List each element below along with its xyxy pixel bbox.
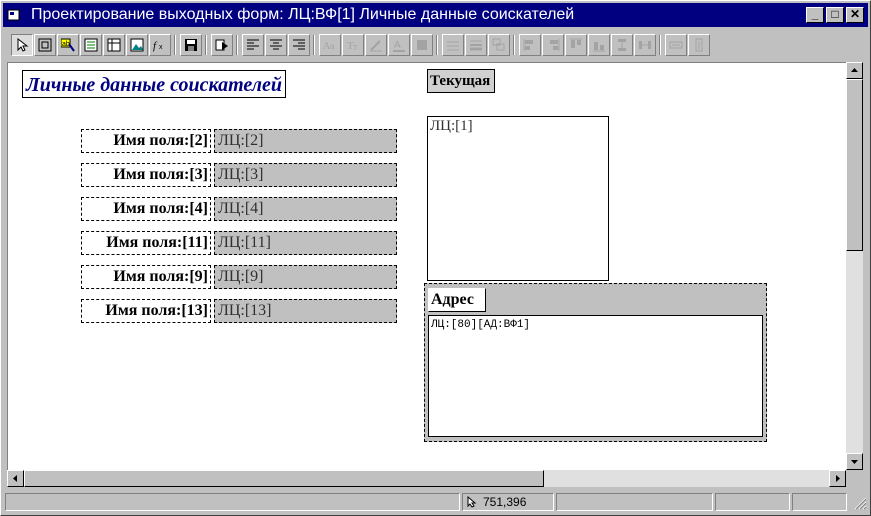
toolbar-separator xyxy=(205,35,207,55)
image-tool-icon[interactable] xyxy=(126,34,148,56)
align-left-icon[interactable] xyxy=(242,34,264,56)
align-right-icon[interactable] xyxy=(288,34,310,56)
address-label[interactable]: Адрес xyxy=(428,288,486,312)
scroll-left-button[interactable] xyxy=(7,470,24,487)
toolbar-separator xyxy=(236,35,238,55)
photo-field[interactable]: ЛЦ:[1] xyxy=(427,116,609,281)
space-horizontal-icon[interactable] xyxy=(634,34,656,56)
scroll-up-button[interactable] xyxy=(846,62,863,79)
current-label[interactable]: Текущая xyxy=(427,69,495,93)
close-button[interactable]: ✕ xyxy=(846,7,864,23)
status-bar: 751,396 xyxy=(3,491,868,513)
space-vertical-icon[interactable] xyxy=(611,34,633,56)
toolbar-separator xyxy=(313,35,315,55)
field-row: Имя поля:[3] ЛЦ:[3] xyxy=(81,163,397,187)
field-row: Имя поля:[13] ЛЦ:[13] xyxy=(81,299,397,323)
toolbar-separator xyxy=(513,35,515,55)
cursor-coordinates: 751,396 xyxy=(483,495,527,509)
list-tool-icon[interactable] xyxy=(80,34,102,56)
same-height-icon[interactable] xyxy=(688,34,710,56)
align-center-icon[interactable] xyxy=(265,34,287,56)
horizontal-scrollbar[interactable] xyxy=(7,470,846,487)
address-group[interactable]: Адрес ЛЦ:[80][АД:ВФ1] xyxy=(424,283,767,442)
field-row: Имя поля:[9] ЛЦ:[9] xyxy=(81,265,397,289)
formula-tool-icon[interactable]: fx xyxy=(149,34,171,56)
status-panel xyxy=(792,493,847,511)
align-objects-bottom-icon[interactable] xyxy=(588,34,610,56)
svg-text:а: а xyxy=(330,42,335,51)
align-objects-left-icon[interactable] xyxy=(519,34,541,56)
status-panel xyxy=(715,493,790,511)
app-icon xyxy=(7,9,20,21)
scroll-corner xyxy=(846,470,863,487)
scroll-right-button[interactable] xyxy=(829,470,846,487)
select-pointer-icon[interactable] xyxy=(11,34,33,56)
scroll-down-button[interactable] xyxy=(846,453,863,470)
field-row: Имя поля:[2] ЛЦ:[2] xyxy=(81,129,397,153)
field-value[interactable]: ЛЦ:[4] xyxy=(214,197,397,221)
fill-color-icon[interactable] xyxy=(411,34,433,56)
field-label[interactable]: Имя поля:[11] xyxy=(81,231,211,255)
design-canvas[interactable]: Личные данные соискателей Имя поля:[2] Л… xyxy=(7,62,847,471)
vertical-scrollbar[interactable] xyxy=(846,62,863,470)
designer-window: Проектирование выходных форм: ЛЦ:ВФ[1] Л… xyxy=(0,0,871,516)
field-value[interactable]: ЛЦ:[13] xyxy=(214,299,397,323)
status-panel-main xyxy=(5,493,460,511)
status-panel xyxy=(556,493,713,511)
svg-text:f: f xyxy=(153,40,158,52)
text-color-icon[interactable]: A xyxy=(388,34,410,56)
window-title: Проектирование выходных форм: ЛЦ:ВФ[1] Л… xyxy=(31,6,575,23)
field-label[interactable]: Имя поля:[13] xyxy=(81,299,211,323)
form-title[interactable]: Личные данные соискателей xyxy=(22,70,287,98)
svg-text:T: T xyxy=(353,45,358,52)
svg-text:x: x xyxy=(159,44,163,51)
line-color-icon[interactable] xyxy=(365,34,387,56)
font-name-icon[interactable]: Аа xyxy=(319,34,341,56)
run-form-icon[interactable] xyxy=(211,34,233,56)
border-style-icon[interactable] xyxy=(465,34,487,56)
align-objects-right-icon[interactable] xyxy=(542,34,564,56)
cursor-icon xyxy=(467,496,477,508)
field-value[interactable]: ЛЦ:[3] xyxy=(214,163,397,187)
minimize-button[interactable]: _ xyxy=(806,7,824,23)
field-label[interactable]: Имя поля:[9] xyxy=(81,265,211,289)
toolbar-separator xyxy=(174,35,176,55)
resize-grip-icon[interactable] xyxy=(853,496,867,510)
field-label[interactable]: Имя поля:[2] xyxy=(81,129,211,153)
horizontal-scroll-thumb[interactable] xyxy=(24,470,544,487)
field-label[interactable]: Имя поля:[3] xyxy=(81,163,211,187)
field-value[interactable]: ЛЦ:[9] xyxy=(214,265,397,289)
field-label[interactable]: Имя поля:[4] xyxy=(81,197,211,221)
border-icon[interactable] xyxy=(442,34,464,56)
field-row: Имя поля:[11] ЛЦ:[11] xyxy=(81,231,397,255)
table-tool-icon[interactable] xyxy=(103,34,125,56)
field-value[interactable]: ЛЦ:[2] xyxy=(214,129,397,153)
toolbar: ab fx Аа TT A xyxy=(3,29,868,61)
frame-tool-icon[interactable] xyxy=(34,34,56,56)
field-value[interactable]: ЛЦ:[11] xyxy=(214,231,397,255)
save-icon[interactable] xyxy=(180,34,202,56)
maximize-button[interactable]: □ xyxy=(826,7,844,23)
title-bar[interactable]: Проектирование выходных форм: ЛЦ:ВФ[1] Л… xyxy=(3,3,868,27)
font-size-icon[interactable]: TT xyxy=(342,34,364,56)
align-objects-top-icon[interactable] xyxy=(565,34,587,56)
svg-text:A: A xyxy=(394,40,401,51)
field-tool-icon[interactable]: ab xyxy=(57,34,79,56)
status-coordinates-panel: 751,396 xyxy=(462,493,554,511)
toolbar-separator xyxy=(659,35,661,55)
vertical-scroll-thumb[interactable] xyxy=(846,79,863,251)
group-icon[interactable] xyxy=(488,34,510,56)
toolbar-separator xyxy=(436,35,438,55)
same-width-icon[interactable] xyxy=(665,34,687,56)
address-value[interactable]: ЛЦ:[80][АД:ВФ1] xyxy=(428,315,763,437)
field-row: Имя поля:[4] ЛЦ:[4] xyxy=(81,197,397,221)
